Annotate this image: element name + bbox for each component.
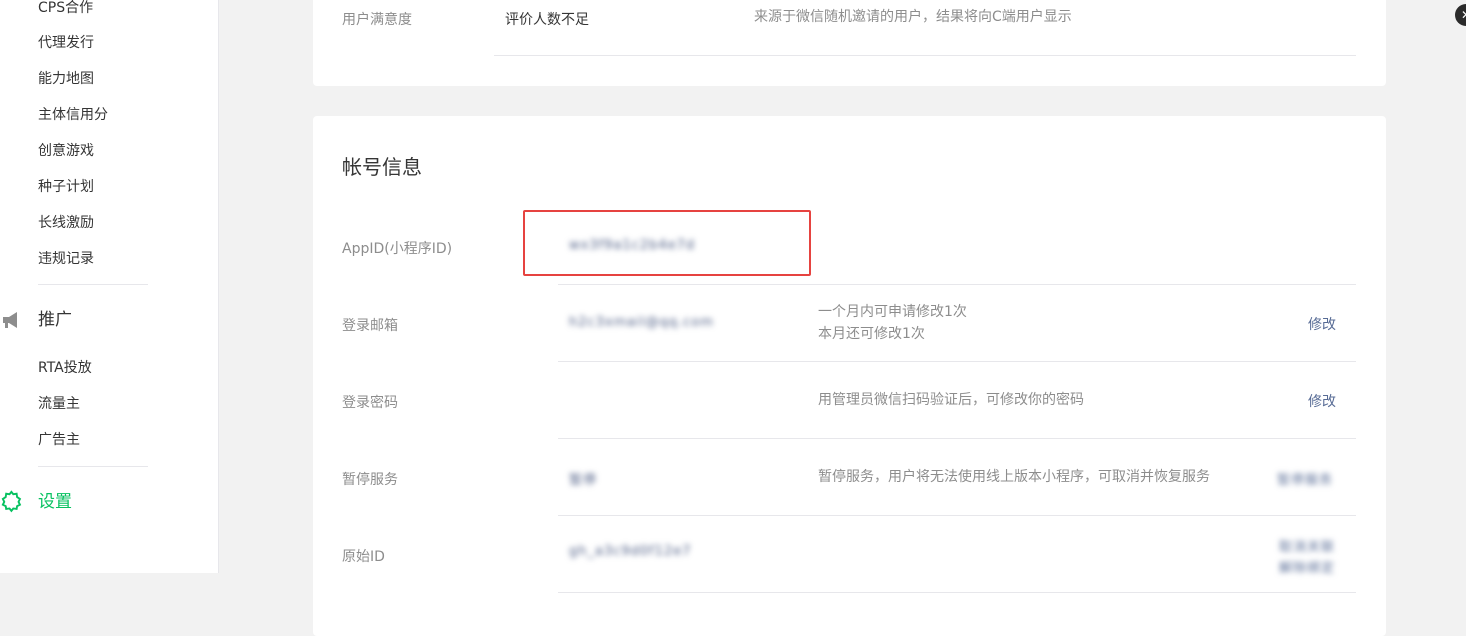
sidebar-item-credit-score[interactable]: 主体信用分 xyxy=(38,105,108,125)
row-divider xyxy=(494,55,1356,56)
pause-value: 暂停 xyxy=(569,473,598,488)
satisfaction-card: 用户满意度 评价人数不足 来源于微信随机邀请的用户，结果将向C端用户显示 xyxy=(313,0,1386,86)
account-section-title: 帐号信息 xyxy=(342,155,422,179)
sidebar-item-long-incentive[interactable]: 长线激励 xyxy=(38,213,94,233)
sidebar-item-capability-map[interactable]: 能力地图 xyxy=(38,69,94,89)
origin-id-label: 原始ID xyxy=(342,549,385,565)
edit-password-link[interactable]: 修改 xyxy=(1308,391,1336,411)
satisfaction-desc: 来源于微信随机邀请的用户，结果将向C端用户显示 xyxy=(754,9,1072,25)
origin-id-value: gh_a3c9d0f12e7 xyxy=(569,544,692,559)
pause-desc: 暂停服务，用户将无法使用线上版本小程序，可取消并恢复服务 xyxy=(818,469,1210,485)
appid-value: wx3f9a1c2b4e7d xyxy=(569,238,696,253)
email-label: 登录邮箱 xyxy=(342,318,398,334)
sidebar-item-creative-games[interactable]: 创意游戏 xyxy=(38,141,94,161)
sidebar-item-seed-plan[interactable]: 种子计划 xyxy=(38,177,94,197)
origin-action-2[interactable]: 解除绑定 xyxy=(1279,557,1335,576)
password-desc: 用管理员微信扫码验证后，可修改你的密码 xyxy=(818,392,1084,408)
email-value: h2c3xmail@qq.com xyxy=(569,315,714,330)
sidebar-group-promo[interactable]: 推广 xyxy=(38,308,72,332)
sidebar-item-advertiser[interactable]: 广告主 xyxy=(38,430,80,450)
satisfaction-label: 用户满意度 xyxy=(342,12,412,28)
row-divider xyxy=(558,592,1356,593)
password-label: 登录密码 xyxy=(342,395,398,411)
pause-service-link[interactable]: 暂停服务 xyxy=(1277,469,1333,488)
sidebar-item-cps[interactable]: CPS合作 xyxy=(38,0,93,18)
row-divider xyxy=(558,361,1356,362)
account-card: 帐号信息 AppID(小程序ID) wx3f9a1c2b4e7d 登录邮箱 h2… xyxy=(313,116,1386,636)
sidebar-item-violations[interactable]: 违规记录 xyxy=(38,249,94,269)
sidebar-item-publisher[interactable]: 流量主 xyxy=(38,394,80,414)
row-divider xyxy=(558,438,1356,439)
sidebar-divider xyxy=(38,284,148,285)
sidebar: CPS合作 代理发行 能力地图 主体信用分 创意游戏 种子计划 长线激励 违规记… xyxy=(0,0,219,573)
close-icon[interactable]: ✕ xyxy=(1455,4,1466,26)
gear-icon xyxy=(0,490,24,514)
pause-label: 暂停服务 xyxy=(342,472,398,488)
email-desc-2: 本月还可修改1次 xyxy=(818,326,925,342)
sidebar-divider xyxy=(38,466,148,467)
email-desc-1: 一个月内可申请修改1次 xyxy=(818,304,967,320)
sidebar-item-agency[interactable]: 代理发行 xyxy=(38,33,94,53)
origin-action-1[interactable]: 取消关联 xyxy=(1279,536,1335,555)
sidebar-group-settings[interactable]: 设置 xyxy=(38,490,72,514)
megaphone-icon xyxy=(0,308,24,332)
sidebar-item-rta[interactable]: RTA投放 xyxy=(38,358,92,378)
edit-email-link[interactable]: 修改 xyxy=(1308,314,1336,334)
row-divider xyxy=(558,515,1356,516)
appid-label: AppID(小程序ID) xyxy=(342,241,453,257)
row-divider xyxy=(558,284,1356,285)
satisfaction-value: 评价人数不足 xyxy=(505,12,589,28)
